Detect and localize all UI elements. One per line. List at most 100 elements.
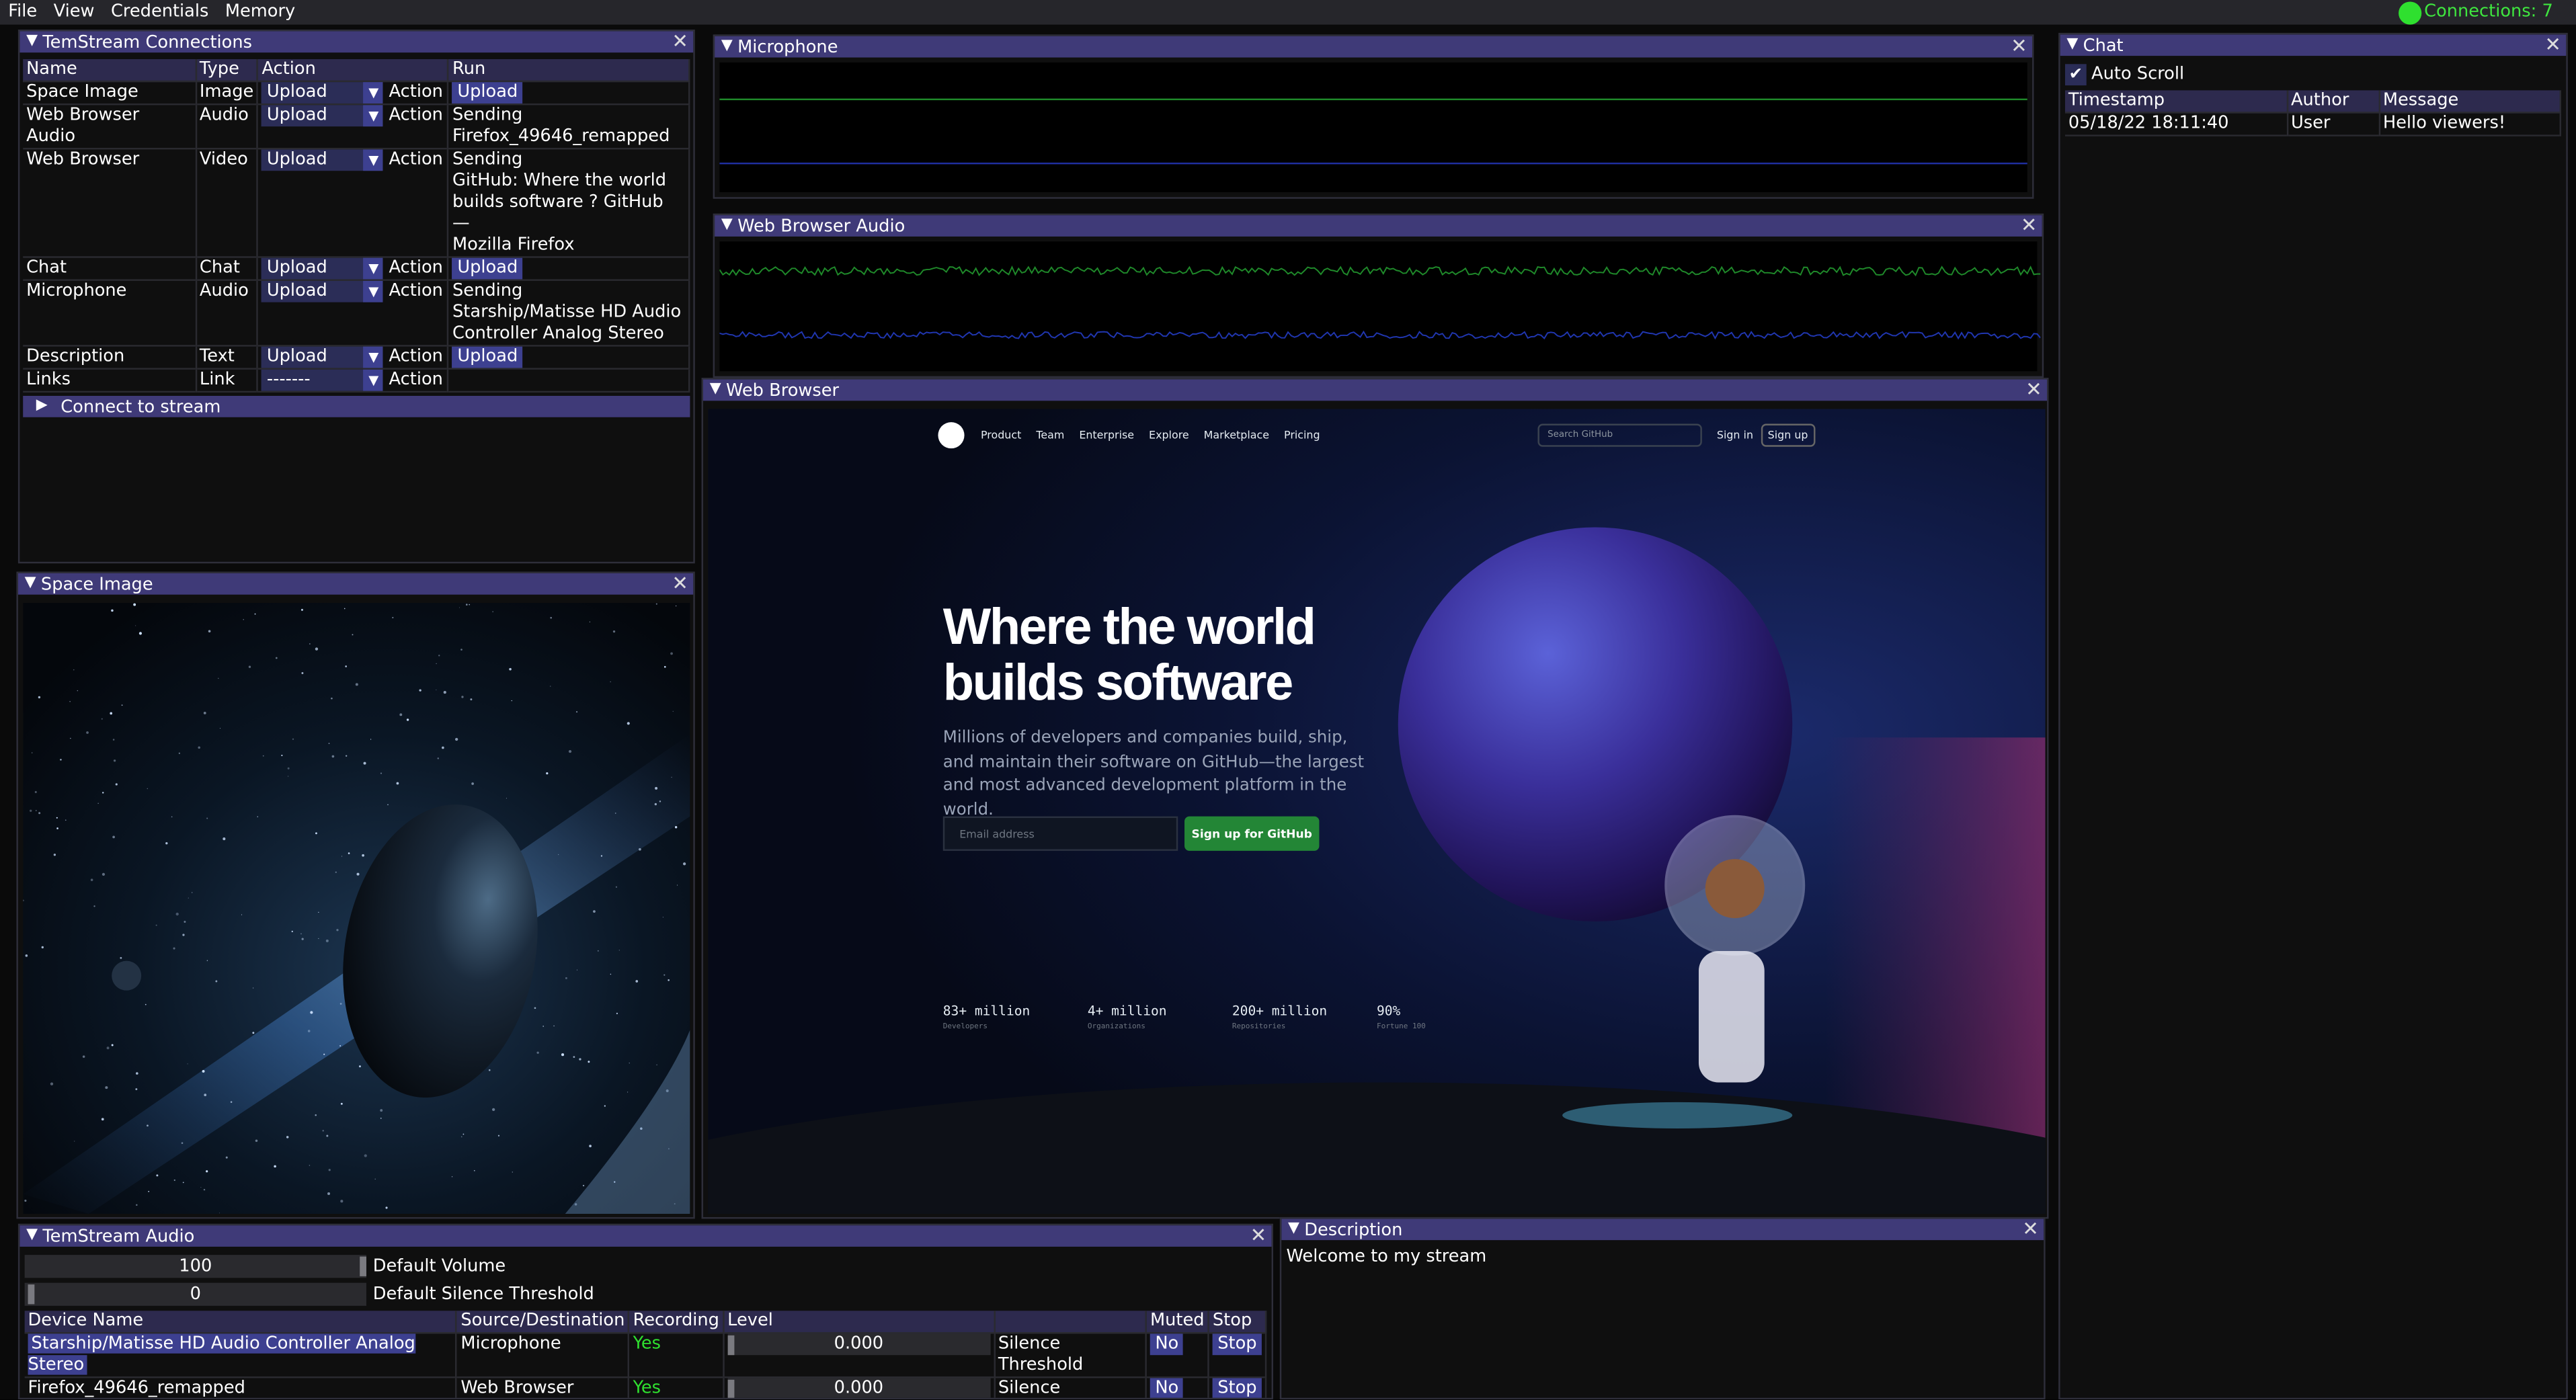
star xyxy=(362,854,364,857)
action-combo[interactable]: Upload ▼ xyxy=(261,82,384,104)
nav-marketplace[interactable]: Marketplace xyxy=(1204,429,1269,442)
email-input[interactable]: Email address xyxy=(942,816,1178,851)
chat-title-bar[interactable]: ▼ Chat ✕ xyxy=(2060,34,2567,56)
space-image-title-bar[interactable]: ▼ Space Image ✕ xyxy=(17,573,694,595)
menu-memory[interactable]: Memory xyxy=(217,0,304,25)
chevron-down-icon[interactable]: ▼ xyxy=(364,280,384,302)
github-search-input[interactable]: Search GitHub xyxy=(1537,423,1702,447)
web-audio-title-bar[interactable]: ▼ Web Browser Audio ✕ xyxy=(715,215,2042,237)
collapse-triangle-icon[interactable]: ▼ xyxy=(721,36,733,58)
level-slider[interactable]: 0.000 xyxy=(727,1378,990,1398)
device-name[interactable]: Firefox_49646_remapped xyxy=(28,1378,245,1397)
close-icon[interactable]: ✕ xyxy=(672,31,688,52)
menu-view[interactable]: View xyxy=(45,0,102,25)
signup-cta-button[interactable]: Sign up for GitHub xyxy=(1184,816,1320,851)
chevron-down-icon[interactable]: ▼ xyxy=(364,105,384,127)
combo-value: Upload xyxy=(266,280,327,301)
star xyxy=(56,817,58,819)
close-icon[interactable]: ✕ xyxy=(2022,1219,2039,1240)
chevron-down-icon[interactable]: ▼ xyxy=(364,82,384,104)
github-logo-icon[interactable] xyxy=(938,422,965,449)
slider-grab[interactable] xyxy=(360,1256,366,1276)
close-icon[interactable]: ✕ xyxy=(2021,215,2038,237)
star xyxy=(638,848,641,851)
run-upload-button[interactable]: Upload xyxy=(452,346,523,368)
connection-type: Link xyxy=(195,368,259,392)
chevron-down-icon[interactable]: ▼ xyxy=(364,346,384,368)
star xyxy=(69,701,71,702)
nav-enterprise[interactable]: Enterprise xyxy=(1079,429,1134,442)
chevron-down-icon[interactable]: ▼ xyxy=(364,149,384,171)
combo-value: Upload xyxy=(266,257,327,278)
auto-scroll-checkbox[interactable]: ✔ xyxy=(2064,64,2087,86)
stop-button[interactable]: Stop xyxy=(1212,1378,1262,1398)
web-browser-title: Web Browser xyxy=(726,380,840,401)
star xyxy=(512,1171,513,1173)
connections-title-bar[interactable]: ▼ TemStream Connections ✕ xyxy=(19,31,694,53)
chevron-down-icon[interactable]: ▼ xyxy=(364,257,384,280)
action-combo[interactable]: Upload ▼ xyxy=(261,280,384,302)
run-upload-button[interactable]: Upload xyxy=(452,257,523,280)
web-browser-title-bar[interactable]: ▼ Web Browser ✕ xyxy=(702,380,2048,401)
stop-button[interactable]: Stop xyxy=(1212,1333,1262,1356)
star xyxy=(155,924,157,926)
collapse-triangle-icon[interactable]: ▼ xyxy=(2066,34,2078,56)
muted-toggle-button[interactable]: No xyxy=(1150,1333,1184,1356)
slider-grab[interactable] xyxy=(727,1379,734,1398)
close-icon[interactable]: ✕ xyxy=(672,573,688,595)
chevron-down-icon[interactable]: ▼ xyxy=(364,369,384,391)
nav-team[interactable]: Team xyxy=(1036,429,1064,442)
star xyxy=(93,905,95,907)
star xyxy=(348,852,350,854)
chat-header: Timestamp Author Message xyxy=(2064,90,2562,113)
default-volume-slider[interactable]: 100 xyxy=(24,1255,366,1278)
star xyxy=(225,1156,228,1159)
audio-devices-table: Device Name Source/Destination Recording… xyxy=(24,1311,1267,1398)
action-combo[interactable]: ------- ▼ xyxy=(261,369,384,391)
level-slider[interactable]: 0.000 xyxy=(727,1333,990,1356)
connection-status: Connections: 7 xyxy=(2397,0,2553,25)
close-icon[interactable]: ✕ xyxy=(2025,380,2042,401)
col-timestamp: Timestamp xyxy=(2064,90,2288,113)
audio-title-bar[interactable]: ▼ TemStream Audio ✕ xyxy=(19,1225,1272,1247)
collapse-triangle-icon[interactable]: ▼ xyxy=(710,380,721,401)
collapse-triangle-icon[interactable]: ▼ xyxy=(721,215,733,237)
collapse-triangle-icon[interactable]: ▼ xyxy=(25,573,36,595)
close-icon[interactable]: ✕ xyxy=(2544,34,2561,56)
star xyxy=(328,1169,331,1171)
device-name[interactable]: Starship/Matisse HD Audio Controller Ana… xyxy=(28,1333,415,1375)
slider-grab[interactable] xyxy=(727,1335,734,1356)
connect-to-stream-header[interactable]: ▶ Connect to stream xyxy=(23,395,690,417)
expand-triangle-icon[interactable]: ▶ xyxy=(36,396,48,417)
action-combo[interactable]: Upload ▼ xyxy=(261,149,384,171)
collapse-triangle-icon[interactable]: ▼ xyxy=(26,31,38,52)
col-run: Run xyxy=(448,58,690,81)
nav-product[interactable]: Product xyxy=(981,429,1021,442)
close-icon[interactable]: ✕ xyxy=(2011,36,2027,58)
col-stop: Stop xyxy=(1208,1311,1267,1333)
sign-up-button[interactable]: Sign up xyxy=(1761,423,1815,447)
slider-grab[interactable] xyxy=(28,1284,35,1305)
star xyxy=(90,878,93,881)
sign-in-link[interactable]: Sign in xyxy=(1717,429,1753,442)
hero-subtitle: Millions of developers and companies bui… xyxy=(942,729,1365,819)
action-combo[interactable]: Upload ▼ xyxy=(261,257,384,280)
star xyxy=(300,608,303,611)
star xyxy=(328,743,330,744)
nav-explore[interactable]: Explore xyxy=(1149,429,1189,442)
run-upload-button[interactable]: Upload xyxy=(452,82,523,104)
nav-pricing[interactable]: Pricing xyxy=(1284,429,1320,442)
collapse-triangle-icon[interactable]: ▼ xyxy=(1288,1219,1299,1240)
muted-toggle-button[interactable]: No xyxy=(1150,1378,1184,1398)
close-icon[interactable]: ✕ xyxy=(1250,1225,1267,1247)
microphone-title-bar[interactable]: ▼ Microphone ✕ xyxy=(715,36,2033,58)
action-combo[interactable]: Upload ▼ xyxy=(261,346,384,368)
action-combo[interactable]: Upload ▼ xyxy=(261,105,384,127)
star xyxy=(627,722,630,725)
description-title-bar[interactable]: ▼ Description ✕ xyxy=(1281,1219,2044,1241)
menu-credentials[interactable]: Credentials xyxy=(103,0,217,25)
menu-file[interactable]: File xyxy=(0,0,45,25)
default-silence-slider[interactable]: 0 xyxy=(24,1282,366,1306)
star xyxy=(597,950,599,952)
collapse-triangle-icon[interactable]: ▼ xyxy=(26,1225,38,1247)
